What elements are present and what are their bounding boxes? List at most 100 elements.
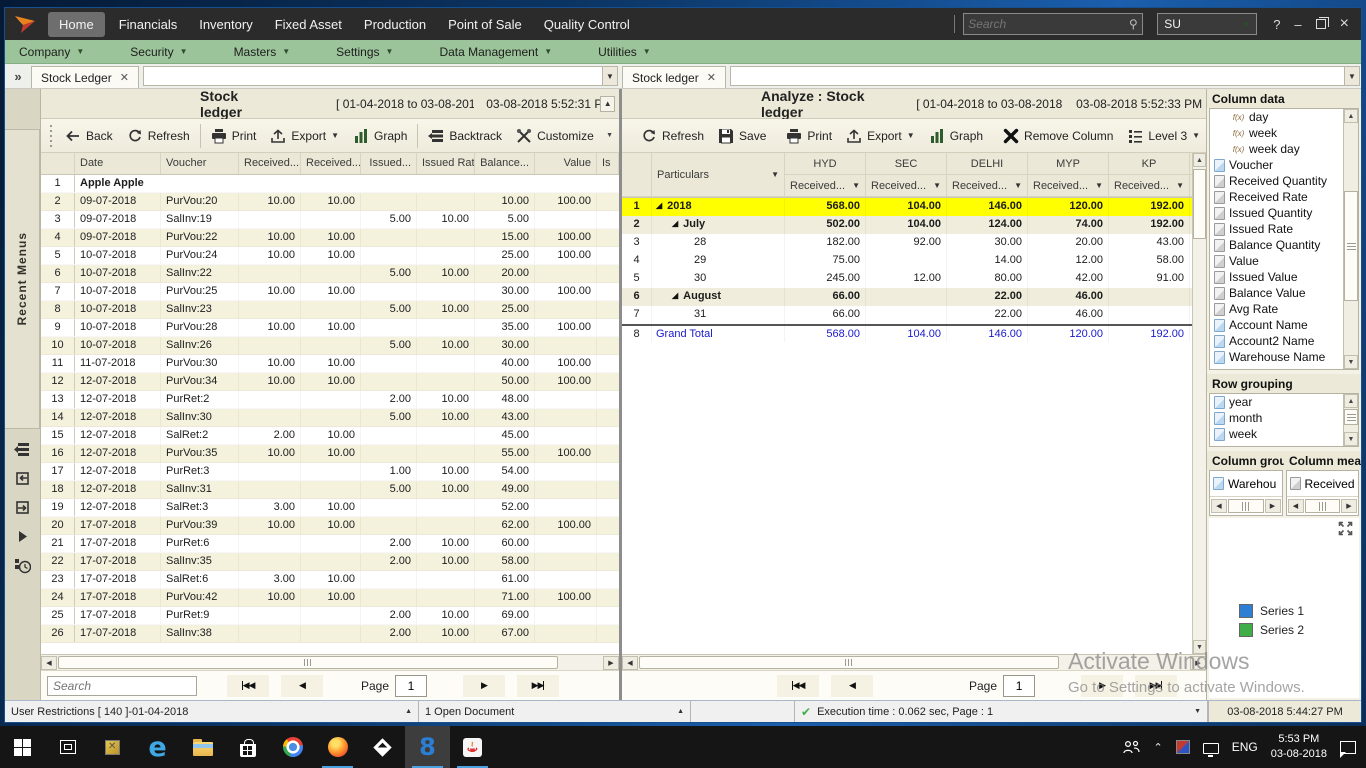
column-data-item-value[interactable]: Value [1210, 253, 1358, 269]
save-button[interactable]: Save [711, 123, 773, 149]
table-row[interactable]: 910-07-2018PurVou:2810.0010.0035.00100.0… [41, 319, 619, 337]
scroll-thumb[interactable] [639, 656, 1059, 669]
maximize-panel-icon[interactable] [1338, 521, 1353, 536]
scroll-right-icon[interactable]: ▶ [1265, 499, 1281, 513]
table-row[interactable]: 610-07-2018SalInv:225.0010.0020.00 [41, 265, 619, 283]
measure-header-delhi[interactable]: Received...▼ [947, 175, 1028, 197]
warehouse-header-hyd[interactable]: HYD [785, 153, 866, 175]
column-header-3[interactable]: Received... [301, 153, 361, 174]
table-row[interactable]: 1111-07-2018PurVou:3010.0010.0040.00100.… [41, 355, 619, 373]
warehouse-header-myp[interactable]: MYP [1028, 153, 1109, 175]
warehouse-header-kp[interactable]: KP [1109, 153, 1190, 175]
file-explorer-icon[interactable] [180, 726, 225, 768]
measure-dropdown-icon[interactable]: ▼ [933, 181, 941, 190]
network-icon[interactable] [1203, 743, 1219, 754]
column-data-item-issued-value[interactable]: Issued Value [1210, 269, 1358, 285]
last-page-button[interactable]: ▶▶ [517, 675, 559, 697]
tab-stock-ledger-right[interactable]: Stock ledger ✕ [622, 66, 726, 88]
submenu-masters[interactable]: Masters▼ [220, 45, 305, 59]
column-data-item-day[interactable]: f(x)day [1210, 109, 1358, 125]
column-header-1[interactable]: Voucher [161, 153, 239, 174]
table-row[interactable]: 1612-07-2018PurVou:3510.0010.0055.00100.… [41, 445, 619, 463]
task-view-button[interactable] [45, 726, 90, 768]
document-combo-left[interactable]: ▼ [143, 66, 618, 86]
dropup-icon[interactable]: ▲ [405, 708, 412, 715]
scroll-right-icon[interactable]: ▶ [1190, 656, 1206, 670]
column-data-item-account-name[interactable]: Account Name [1210, 317, 1358, 333]
measure-dropdown-icon[interactable]: ▼ [1014, 181, 1022, 190]
column-header-2[interactable]: Received... [239, 153, 301, 174]
execution-status[interactable]: ✔ Execution time : 0.062 sec, Page : 1 ▼ [795, 701, 1208, 722]
submenu-settings[interactable]: Settings▼ [322, 45, 407, 59]
scroll-thumb[interactable] [1344, 409, 1358, 425]
page-number-input[interactable] [1003, 675, 1035, 697]
table-row[interactable]: 2417-07-2018PurVou:4210.0010.0071.00100.… [41, 589, 619, 607]
column-header-5[interactable]: Issued Rate [417, 153, 475, 174]
menu-item-financials[interactable]: Financials [108, 12, 189, 37]
graph-button[interactable]: Graph [346, 123, 414, 149]
import-icon[interactable] [14, 470, 31, 487]
table-row[interactable]: 2117-07-2018PurRet:62.0010.0060.00 [41, 535, 619, 553]
refresh-button[interactable]: Refresh [120, 123, 197, 149]
last-page-button[interactable]: ▶▶ [1135, 675, 1177, 697]
tab-stock-ledger-left[interactable]: Stock Ledger ✕ [31, 66, 139, 88]
microsoft-store-icon[interactable] [225, 726, 270, 768]
column-header-8[interactable]: Is [597, 153, 619, 174]
pivot-row[interactable]: 2◢July502.00104.00124.0074.00192.00 [622, 216, 1192, 234]
menu-item-fixed-asset[interactable]: Fixed Asset [264, 12, 353, 37]
print-button[interactable]: Print [204, 123, 264, 149]
help-button[interactable]: ? [1273, 17, 1280, 32]
table-row[interactable]: 710-07-2018PurVou:2510.0010.0030.00100.0… [41, 283, 619, 301]
pivot-row[interactable]: 73166.0022.0046.00 [622, 306, 1192, 324]
table-row[interactable]: 309-07-2018SalInv:195.0010.005.00 [41, 211, 619, 229]
next-page-button[interactable]: ▶ [463, 675, 505, 697]
measure-header-sec[interactable]: Received...▼ [866, 175, 947, 197]
table-row[interactable]: 2017-07-2018PurVou:3910.0010.0062.00100.… [41, 517, 619, 535]
column-header-0[interactable]: Date [75, 153, 161, 174]
pivot-row[interactable]: 1◢2018568.00104.00146.00120.00192.00 [622, 198, 1192, 216]
column-data-scrollbar[interactable]: ▲ ▼ [1343, 109, 1358, 369]
table-row[interactable]: 2317-07-2018SalRet:63.0010.0061.00 [41, 571, 619, 589]
column-header-7[interactable]: Value [535, 153, 597, 174]
row-grouping-item-year[interactable]: year [1210, 394, 1358, 410]
warehouse-header-delhi[interactable]: DELHI [947, 153, 1028, 175]
column-data-item-week-day[interactable]: f(x)week day [1210, 141, 1358, 157]
table-row[interactable]: 810-07-2018SalInv:235.0010.0025.00 [41, 301, 619, 319]
export-shortcut-icon[interactable] [14, 499, 31, 516]
recent-menus-tab[interactable]: Recent Menus [5, 129, 40, 429]
table-row[interactable]: 1812-07-2018SalInv:315.0010.0049.00 [41, 481, 619, 499]
firefox-icon[interactable] [315, 726, 360, 768]
measure-header-myp[interactable]: Received...▼ [1028, 175, 1109, 197]
chrome-icon[interactable] [270, 726, 315, 768]
dropup-icon[interactable]: ▲ [677, 708, 684, 715]
scroll-left-icon[interactable]: ◀ [41, 656, 57, 670]
table-row[interactable]: 1Apple Apple [41, 175, 619, 193]
toolbar-overflow-icon[interactable]: ▼ [606, 132, 617, 139]
expand-triangle-icon[interactable]: ◢ [672, 216, 678, 232]
edge-icon[interactable]: e [135, 726, 180, 768]
table-row[interactable]: 2617-07-2018SalInv:382.0010.0067.00 [41, 625, 619, 643]
table-row[interactable]: 1010-07-2018SalInv:265.0010.0030.00 [41, 337, 619, 355]
close-button[interactable]: × [1340, 15, 1349, 33]
scroll-left-icon[interactable]: ◀ [1211, 499, 1227, 513]
print-button[interactable]: Print [779, 123, 839, 149]
menu-item-home[interactable]: Home [48, 12, 105, 37]
expand-icon[interactable] [14, 528, 31, 545]
submenu-data-management[interactable]: Data Management▼ [425, 45, 566, 59]
submenu-security[interactable]: Security▼ [116, 45, 201, 59]
measure-header-hyd[interactable]: Received...▼ [785, 175, 866, 197]
next-page-button[interactable]: ▶ [1081, 675, 1123, 697]
open-documents-status[interactable]: 1 Open Document ▲ [419, 701, 691, 722]
column-measure-item[interactable]: Received [1287, 471, 1359, 497]
document-combo-right[interactable]: ▼ [730, 66, 1360, 86]
scroll-down-icon[interactable]: ▼ [1193, 640, 1206, 654]
java-app-icon[interactable] [450, 726, 495, 768]
prev-page-button[interactable]: ◀ [281, 675, 323, 697]
table-row[interactable]: 510-07-2018PurVou:2410.0010.0025.00100.0… [41, 247, 619, 265]
scroll-thumb[interactable] [58, 656, 558, 669]
table-row[interactable]: 1712-07-2018PurRet:31.0010.0054.00 [41, 463, 619, 481]
measure-dropdown-icon[interactable]: ▼ [852, 181, 860, 190]
scroll-up-icon[interactable]: ▲ [1193, 153, 1206, 167]
close-tab-icon[interactable]: ✕ [707, 71, 716, 84]
mini-hscrollbar[interactable]: ◀ ▶ [1210, 497, 1282, 515]
